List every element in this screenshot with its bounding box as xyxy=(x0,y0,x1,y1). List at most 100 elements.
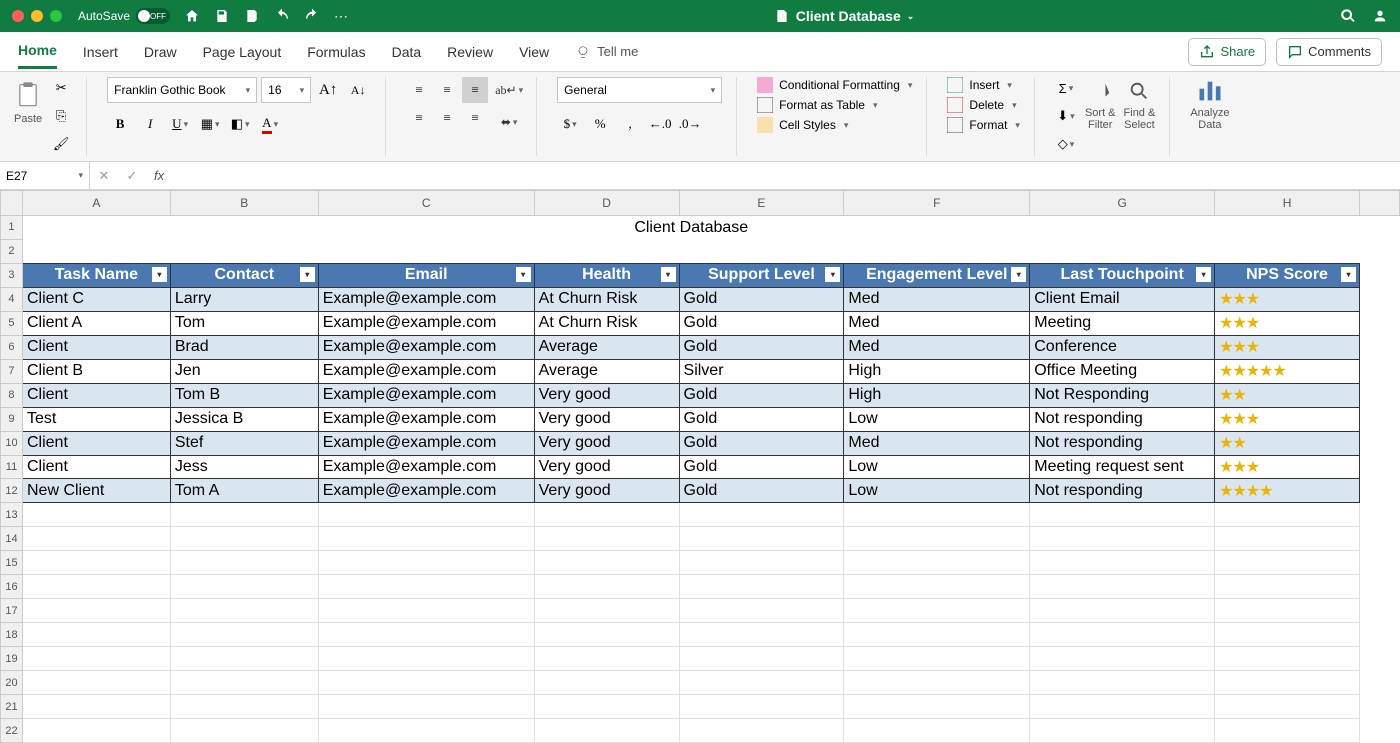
tab-view[interactable]: View xyxy=(519,36,549,68)
cell[interactable]: Med xyxy=(844,287,1030,311)
cell[interactable]: Meeting request sent xyxy=(1030,455,1215,479)
find-select-button[interactable]: Find & Select xyxy=(1124,77,1156,131)
row-header[interactable]: 22 xyxy=(1,719,23,743)
border-button[interactable]: ▦▾ xyxy=(197,111,223,137)
undo-icon[interactable] xyxy=(274,8,290,24)
cell[interactable]: Gold xyxy=(679,311,844,335)
tab-data[interactable]: Data xyxy=(392,36,422,68)
analyze-data-button[interactable]: Analyze Data xyxy=(1190,77,1229,131)
close-window[interactable] xyxy=(12,10,24,22)
cell[interactable]: Low xyxy=(844,479,1030,503)
row-header[interactable]: 2 xyxy=(1,239,23,263)
empty-cell[interactable] xyxy=(22,647,170,671)
empty-cell[interactable] xyxy=(170,527,318,551)
cell[interactable]: Client C xyxy=(22,287,170,311)
cell[interactable]: Low xyxy=(844,407,1030,431)
merge-button[interactable]: ⬌▾ xyxy=(496,109,522,135)
empty-cell[interactable] xyxy=(1215,623,1360,647)
empty-cell[interactable] xyxy=(679,623,844,647)
cell[interactable]: Average xyxy=(534,359,679,383)
empty-cell[interactable] xyxy=(22,671,170,695)
tab-draw[interactable]: Draw xyxy=(144,36,177,68)
cell[interactable]: Gold xyxy=(679,431,844,455)
row-header[interactable]: 3 xyxy=(1,263,23,287)
cell[interactable]: Client B xyxy=(22,359,170,383)
empty-cell[interactable] xyxy=(1215,719,1360,743)
empty-cell[interactable] xyxy=(22,623,170,647)
percent-button[interactable]: % xyxy=(587,111,613,137)
col-header-H[interactable]: H xyxy=(1215,191,1360,216)
row-header[interactable]: 1 xyxy=(1,215,23,239)
cell[interactable]: Client xyxy=(22,455,170,479)
row-header[interactable]: 15 xyxy=(1,551,23,575)
empty-cell[interactable] xyxy=(679,695,844,719)
row-header[interactable]: 10 xyxy=(1,431,23,455)
empty-cell[interactable] xyxy=(318,575,534,599)
empty-cell[interactable] xyxy=(1215,503,1360,527)
empty-cell[interactable] xyxy=(1215,599,1360,623)
cell[interactable]: Not responding xyxy=(1030,407,1215,431)
empty-cell[interactable] xyxy=(1215,695,1360,719)
table-header[interactable]: Last Touchpoint▾ xyxy=(1030,263,1215,287)
empty-cell[interactable] xyxy=(22,599,170,623)
empty-cell[interactable] xyxy=(318,527,534,551)
empty-cell[interactable] xyxy=(844,527,1030,551)
empty-cell[interactable] xyxy=(679,719,844,743)
empty-cell[interactable] xyxy=(22,551,170,575)
empty-cell[interactable] xyxy=(1215,647,1360,671)
minimize-window[interactable] xyxy=(31,10,43,22)
cancel-formula[interactable]: ✕ xyxy=(90,168,118,184)
increase-font[interactable]: A↑ xyxy=(315,77,341,103)
empty-cell[interactable] xyxy=(22,719,170,743)
row-header[interactable]: 4 xyxy=(1,287,23,311)
cell[interactable]: Gold xyxy=(679,455,844,479)
table-header[interactable]: Task Name▾ xyxy=(22,263,170,287)
empty-cell[interactable] xyxy=(534,575,679,599)
empty-cell[interactable] xyxy=(1030,599,1215,623)
empty-cell[interactable] xyxy=(534,551,679,575)
font-selector[interactable]: Franklin Gothic Book▾ xyxy=(107,77,257,103)
tab-page-layout[interactable]: Page Layout xyxy=(203,36,282,68)
name-box[interactable]: E27▾ xyxy=(0,162,90,190)
cell[interactable]: Stef xyxy=(170,431,318,455)
empty-cell[interactable] xyxy=(844,575,1030,599)
table-header[interactable]: Engagement Level▾ xyxy=(844,263,1030,287)
empty-cell[interactable] xyxy=(844,551,1030,575)
row-header[interactable]: 14 xyxy=(1,527,23,551)
col-header-C[interactable]: C xyxy=(318,191,534,216)
fill-color-button[interactable]: ◧▾ xyxy=(227,111,253,137)
comments-button[interactable]: Comments xyxy=(1276,38,1382,66)
cell[interactable]: Gold xyxy=(679,287,844,311)
filter-icon[interactable]: ▾ xyxy=(516,267,531,282)
empty-cell[interactable] xyxy=(1030,623,1215,647)
format-as-table[interactable]: Format as Table▾ xyxy=(757,97,912,113)
cell[interactable]: Silver xyxy=(679,359,844,383)
empty-cell[interactable] xyxy=(170,647,318,671)
cell[interactable]: Gold xyxy=(679,407,844,431)
empty-cell[interactable] xyxy=(534,503,679,527)
cell[interactable]: Not responding xyxy=(1030,479,1215,503)
home-icon[interactable] xyxy=(184,8,200,24)
cell[interactable]: Very good xyxy=(534,455,679,479)
empty-cell[interactable] xyxy=(534,695,679,719)
filter-icon[interactable]: ▾ xyxy=(1196,267,1211,282)
cell[interactable]: Client xyxy=(22,431,170,455)
align-left[interactable]: ≡ xyxy=(406,105,432,131)
cell[interactable]: New Client xyxy=(22,479,170,503)
empty-cell[interactable] xyxy=(318,551,534,575)
empty-cell[interactable] xyxy=(844,623,1030,647)
cell[interactable]: Gold xyxy=(679,383,844,407)
cell[interactable]: Example@example.com xyxy=(318,455,534,479)
cell[interactable]: Example@example.com xyxy=(318,287,534,311)
font-color-button[interactable]: A▾ xyxy=(257,111,283,137)
empty-cell[interactable] xyxy=(318,599,534,623)
empty-cell[interactable] xyxy=(1030,503,1215,527)
empty-cell[interactable] xyxy=(22,503,170,527)
col-header-A[interactable]: A xyxy=(22,191,170,216)
cell[interactable]: Jessica B xyxy=(170,407,318,431)
table-header[interactable]: Support Level▾ xyxy=(679,263,844,287)
align-middle[interactable]: ≡ xyxy=(434,77,460,103)
sort-filter-button[interactable]: Sort & Filter xyxy=(1085,77,1116,131)
underline-button[interactable]: U▾ xyxy=(167,111,193,137)
cell[interactable]: Med xyxy=(844,335,1030,359)
